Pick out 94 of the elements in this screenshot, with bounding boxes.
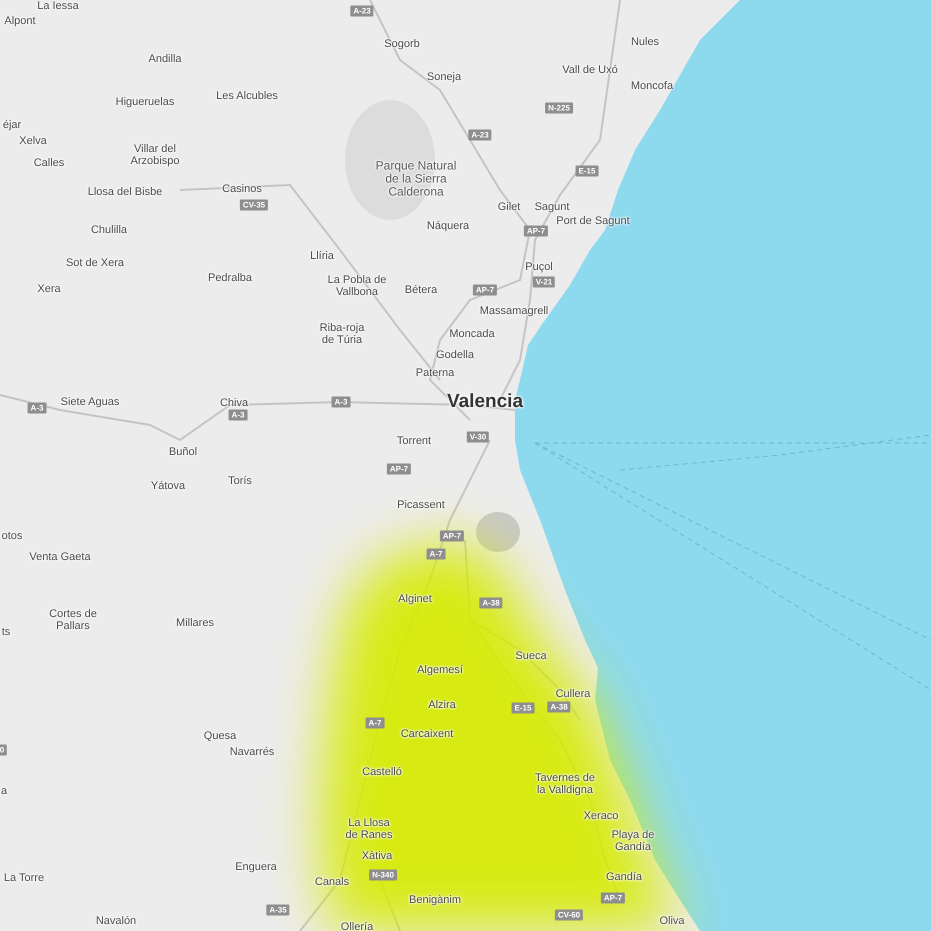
place-label: Sueca: [515, 650, 547, 662]
place-label: Canals: [314, 876, 350, 888]
place-label: Buñol: [168, 446, 198, 458]
place-label: Riba-roja de Túria: [320, 322, 364, 346]
road-shield: A-3: [28, 402, 46, 414]
road-shield: A-7: [366, 718, 384, 728]
road-shield: AP-7: [472, 284, 498, 296]
road-shield: AP-7: [440, 530, 464, 542]
city-label: Valencia: [446, 392, 524, 412]
place-label: Alpont: [4, 15, 36, 27]
place-label: ts: [2, 626, 10, 638]
place-label: Gandía: [606, 871, 642, 883]
place-label: Tavernes de la Valldigna: [535, 772, 595, 796]
road-shield: N-340: [369, 870, 397, 880]
place-label: Quesa: [204, 730, 236, 742]
place-label: Náquera: [426, 220, 470, 232]
place-label: Sot de Xera: [66, 257, 124, 269]
place-label: Ollería: [340, 921, 374, 931]
place-label: Navarrés: [230, 746, 274, 758]
road-shield: A-35: [266, 904, 290, 916]
place-label: Playa de Gandía: [612, 829, 654, 853]
road-shield: AP-7: [524, 226, 548, 236]
place-label: Massamagrell: [480, 305, 548, 317]
place-label: Andilla: [148, 53, 182, 65]
road-shield: A-38: [479, 598, 503, 608]
road-shield: A-7: [426, 548, 446, 560]
place-label: Carcaixent: [400, 728, 454, 740]
place-label: Chulilla: [90, 224, 128, 236]
place-label: Moncofa: [630, 80, 674, 92]
place-label: Enguera: [235, 861, 277, 873]
place-label: Nules: [630, 36, 660, 48]
place-label: Yátova: [150, 480, 186, 492]
place-label: Cullera: [556, 688, 590, 700]
place-label: Picassent: [397, 499, 445, 511]
place-label: Castelló: [362, 766, 402, 778]
place-label: Torís: [228, 475, 252, 487]
place-label: Vall de Uxó: [562, 64, 618, 76]
place-label: Siete Aguas: [60, 396, 120, 408]
road-shield: V-21: [532, 276, 556, 288]
place-label: La Llosa de Ranes: [345, 817, 393, 841]
place-label: Benigànim: [409, 894, 461, 906]
place-label: éjar: [2, 119, 22, 131]
place-label: Venta Gaeta: [29, 551, 91, 563]
road-shield: 0: [0, 744, 8, 756]
place-label: Millares: [176, 617, 214, 629]
place-label: Moncada: [449, 328, 495, 340]
place-label: La Torre: [4, 872, 44, 884]
road-shield: AP-7: [600, 892, 626, 904]
place-label: Xera: [37, 283, 61, 295]
place-label: Calles: [34, 157, 64, 169]
place-label: Les Alcubles: [216, 90, 278, 102]
place-label: otos: [2, 530, 22, 542]
place-label: Godella: [436, 349, 474, 361]
place-label: Sagunt: [534, 201, 570, 213]
place-label: Alginet: [398, 593, 432, 605]
road-shield: A-23: [468, 130, 492, 140]
place-label: Villar del Arzobispo: [130, 143, 180, 167]
place-label: Casinos: [222, 183, 262, 195]
road-shield: E-15: [576, 166, 598, 176]
place-label: Cortes de Pallars: [49, 608, 97, 632]
place-label: Llosa del Bisbe: [88, 186, 162, 198]
place-label: Oliva: [659, 915, 685, 927]
place-label: Torrent: [396, 435, 432, 447]
place-label: Sogorb: [384, 38, 420, 50]
place-label: Xeraco: [584, 810, 618, 822]
place-label: Chiva: [220, 397, 248, 409]
place-label: La Iessa: [37, 0, 79, 12]
road-shield: A-3: [332, 396, 350, 408]
road-shield: A-38: [547, 702, 571, 712]
place-label: Bétera: [404, 284, 438, 296]
place-label: Algemesí: [417, 664, 463, 676]
road-shield: CV-60: [554, 910, 584, 920]
road-shield: AP-7: [386, 464, 412, 474]
place-label: Pedralba: [208, 272, 252, 284]
park-label: Parque Natural de la Sierra Calderona: [376, 160, 456, 198]
place-label: Alzira: [428, 699, 456, 711]
road-shield: N-225: [545, 102, 573, 114]
place-label: Gilet: [498, 201, 520, 213]
place-label: Puçol: [525, 261, 553, 273]
place-label: Xelva: [19, 135, 47, 147]
road-shield: V-30: [466, 432, 490, 442]
road-shield: A-23: [350, 6, 374, 16]
road-shield: E-15: [512, 702, 534, 714]
place-label: Navalón: [96, 915, 136, 927]
place-label: Higueruelas: [116, 96, 174, 108]
place-label: Soneja: [426, 71, 462, 83]
place-label: a: [0, 785, 8, 797]
place-label: La Pobla de Vallbona: [328, 274, 386, 298]
place-label: Xàtiva: [362, 850, 392, 862]
hill-shading: [476, 512, 520, 552]
road-shield: CV-35: [240, 200, 268, 210]
place-label: Paterna: [416, 367, 454, 379]
place-label: Llíria: [310, 250, 334, 262]
road-shield: A-3: [228, 410, 248, 420]
